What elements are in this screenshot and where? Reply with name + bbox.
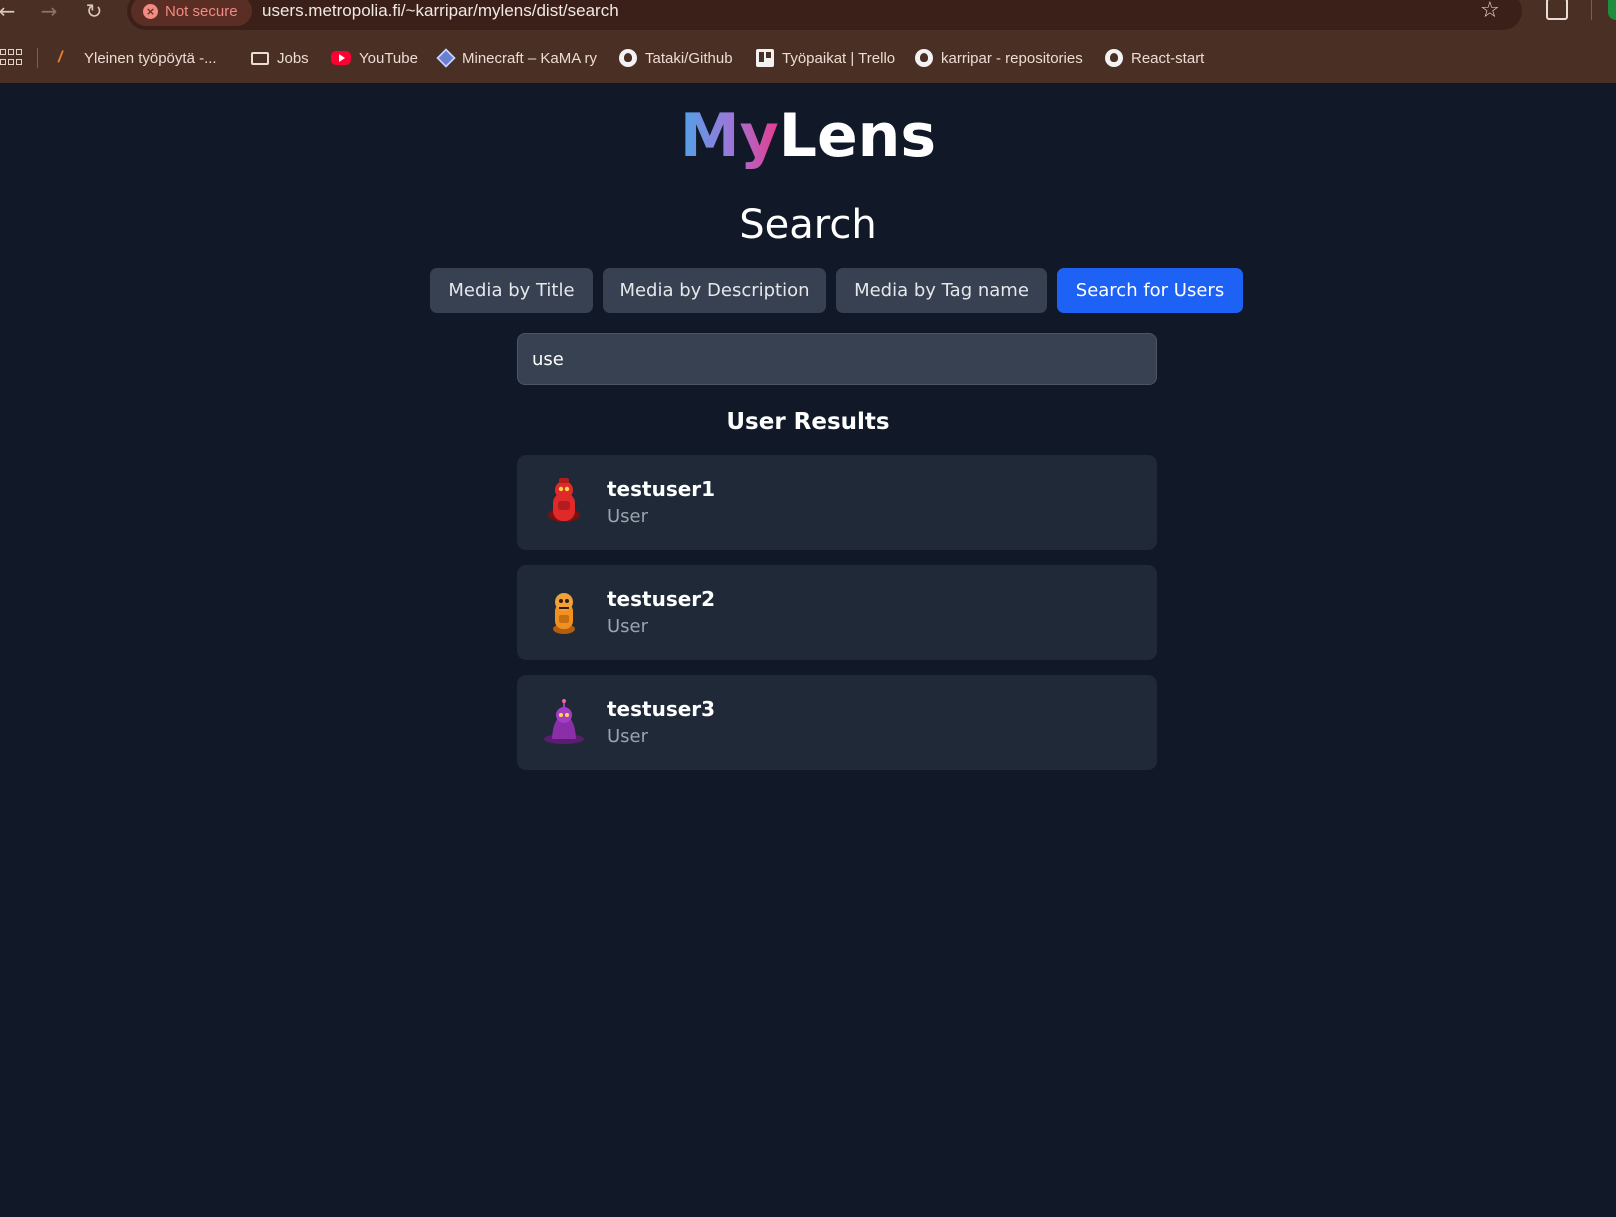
page-title: Search (739, 202, 877, 248)
user-avatar-icon (544, 699, 584, 744)
bookmark-item[interactable]: Tataki/Github (619, 47, 733, 69)
browser-chrome: ← → ↻ × Not secure users.metropolia.fi/~… (0, 0, 1616, 83)
yleinen-icon: / (58, 49, 63, 66)
user-avatar-icon (548, 478, 580, 522)
search-input[interactable] (517, 333, 1157, 385)
bookmark-label: Yleinen työpöytä -... (84, 49, 217, 67)
apps-icon[interactable] (0, 49, 22, 67)
bookmark-label: Tataki/Github (645, 49, 733, 67)
toolbar-divider (1591, 0, 1592, 20)
user-name: testuser2 (607, 587, 716, 611)
extensions-icon[interactable] (1546, 0, 1568, 20)
user-role: User (607, 616, 649, 637)
minecraft-icon (436, 48, 456, 68)
user-role: User (607, 506, 649, 527)
user-role: User (607, 726, 649, 747)
url-text[interactable]: users.metropolia.fi/~karripar/mylens/dis… (262, 1, 619, 21)
bookmark-label: Minecraft – KaMA ry (462, 49, 598, 67)
logo-part-my: My (679, 101, 779, 171)
bookmarks-bar: / Yleinen työpöytä -... Jobs YouTube Min… (0, 40, 1616, 74)
github-icon (619, 49, 637, 67)
user-result-card[interactable]: testuser2 User (517, 565, 1157, 660)
trello-icon (756, 49, 774, 67)
warning-icon: × (143, 3, 158, 19)
bookmark-folder-jobs[interactable]: Jobs (251, 47, 309, 69)
bookmark-item[interactable]: Minecraft – KaMA ry (436, 47, 598, 69)
tab-search-for-users[interactable]: Search for Users (1057, 268, 1243, 313)
results-heading: User Results (726, 409, 890, 435)
user-result-card[interactable]: testuser1 User (517, 455, 1157, 550)
user-result-card[interactable]: testuser3 User (517, 675, 1157, 770)
security-label: Not secure (165, 2, 238, 20)
tab-media-by-description[interactable]: Media by Description (603, 268, 826, 313)
tab-media-by-title[interactable]: Media by Title (430, 268, 593, 313)
bookmark-label: karripar - repositories (941, 49, 1083, 67)
bookmark-item[interactable]: Työpaikat | Trello (756, 47, 895, 69)
bookmark-label: YouTube (359, 49, 418, 67)
app-logo[interactable]: MyLens (0, 98, 1616, 174)
tab-media-by-tag-name[interactable]: Media by Tag name (836, 268, 1047, 313)
bookmark-item[interactable]: YouTube (331, 47, 418, 69)
bookmark-star-icon[interactable]: ☆ (1480, 0, 1500, 23)
logo-part-lens: Lens (778, 101, 937, 171)
github-icon (915, 49, 933, 67)
bookmark-item[interactable]: / Yleinen työpöytä -... (58, 47, 217, 69)
forward-icon[interactable]: → (34, 0, 64, 26)
user-avatar-icon (553, 593, 575, 634)
bookmark-item[interactable]: karripar - repositories (915, 47, 1083, 69)
bookmark-label: Jobs (277, 49, 309, 67)
bookmarks-divider (37, 48, 38, 68)
bookmark-label: Työpaikat | Trello (782, 49, 896, 67)
bookmark-label: React-start (1131, 49, 1205, 67)
youtube-icon (331, 51, 351, 65)
profile-icon[interactable] (1608, 0, 1616, 20)
bookmark-item[interactable]: React-start (1105, 47, 1204, 69)
back-icon[interactable]: ← (0, 0, 22, 26)
folder-icon (251, 51, 269, 65)
security-chip[interactable]: × Not secure (131, 0, 252, 26)
reload-icon[interactable]: ↻ (79, 0, 109, 26)
github-icon (1105, 49, 1123, 67)
user-name: testuser3 (607, 697, 716, 721)
user-name: testuser1 (607, 477, 716, 501)
